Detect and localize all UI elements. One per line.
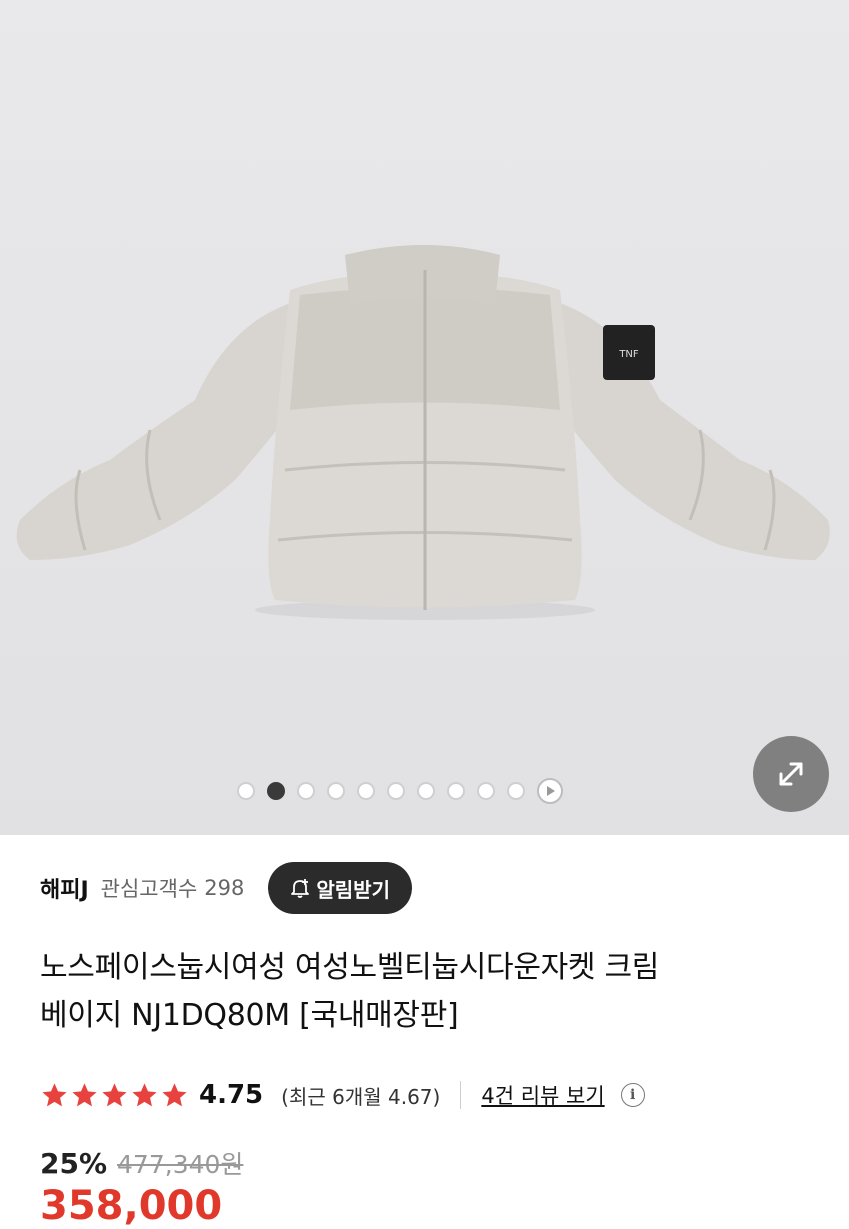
review-link[interactable]: 4건 리뷰 보기 xyxy=(481,1080,604,1110)
play-icon xyxy=(547,786,555,796)
star-icon xyxy=(102,1082,127,1106)
product-title-line1: 노스페이스눕시여성 여성노벨티눕시다운자켓 크림 xyxy=(40,950,660,985)
seller-name[interactable]: 해피J xyxy=(40,872,89,904)
product-image: TNF xyxy=(16,245,830,620)
star-icon xyxy=(42,1082,67,1106)
svg-text:TNF: TNF xyxy=(618,349,639,360)
bell-plus-icon xyxy=(291,879,310,898)
product-title-line2: 베이지 NJ1DQ80M [국내매장판] xyxy=(40,998,459,1033)
gallery-dot[interactable] xyxy=(267,782,285,800)
follower-count: 298 xyxy=(204,876,245,900)
star-rating xyxy=(40,1081,189,1110)
gallery-dot[interactable] xyxy=(447,782,465,800)
sale-price: 358,000 xyxy=(40,1183,223,1229)
info-icon[interactable]: i xyxy=(620,1083,645,1107)
recent-rating: (최근 6개월 4.67) xyxy=(281,1084,441,1109)
seller-row: 해피J 관심고객수 298 알림받기 xyxy=(40,862,412,914)
rating-row: 4.75 (최근 6개월 4.67) 4건 리뷰 보기 i xyxy=(40,1074,645,1116)
gallery-dot[interactable] xyxy=(507,782,525,800)
play-button[interactable] xyxy=(537,778,563,804)
product-title: 노스페이스눕시여성 여성노벨티눕시다운자켓 크림 베이지 NJ1DQ80M [국… xyxy=(40,944,820,1040)
expand-button[interactable] xyxy=(753,736,829,812)
star-icon xyxy=(132,1082,157,1106)
rating-score: 4.75 xyxy=(199,1080,264,1110)
gallery-dot[interactable] xyxy=(387,782,405,800)
follower-label: 관심고객수 xyxy=(100,877,198,901)
star-icon xyxy=(162,1082,187,1106)
expand-icon xyxy=(779,762,803,786)
discount-rate: 25% xyxy=(40,1147,108,1180)
gallery-dot[interactable] xyxy=(417,782,435,800)
original-price: 477,340원 xyxy=(117,1150,244,1179)
divider xyxy=(460,1081,462,1109)
product-image-gallery[interactable]: TNF xyxy=(0,0,849,835)
alert-button-label: 알림받기 xyxy=(316,877,390,902)
gallery-dot[interactable] xyxy=(477,782,495,800)
gallery-dot[interactable] xyxy=(327,782,345,800)
price-row: 25% 477,340원 xyxy=(40,1145,243,1185)
gallery-pagination xyxy=(237,778,563,804)
alert-subscribe-button[interactable]: 알림받기 xyxy=(268,862,412,914)
gallery-dot[interactable] xyxy=(357,782,375,800)
star-icon xyxy=(72,1082,97,1106)
gallery-dot[interactable] xyxy=(297,782,315,800)
gallery-dot[interactable] xyxy=(237,782,255,800)
